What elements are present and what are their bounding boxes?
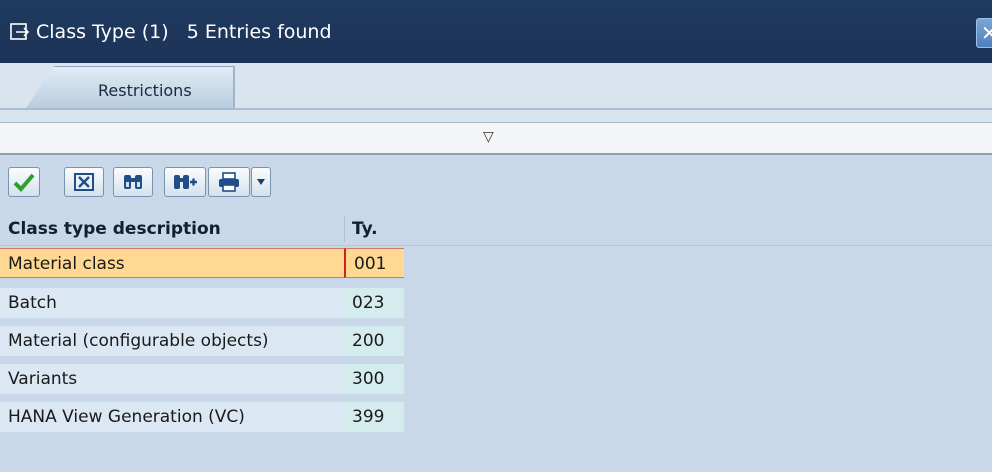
cell-description[interactable]: Material (configurable objects)	[0, 326, 344, 356]
tab-divider	[233, 66, 235, 108]
cancel-button[interactable]	[64, 167, 104, 197]
find-icon	[124, 175, 142, 189]
cell-type[interactable]: 023	[344, 288, 404, 318]
cell-type[interactable]: 200	[344, 326, 404, 356]
close-icon: ✕	[981, 21, 992, 45]
tab-strip: Restrictions	[0, 63, 992, 123]
cell-description[interactable]: Batch	[0, 288, 344, 318]
cancel-icon	[74, 173, 94, 191]
print-options-dropdown[interactable]	[251, 167, 271, 197]
dialog-titlebar: Class Type (1) 5 Entries found ✕	[0, 0, 992, 63]
continue-button[interactable]	[8, 167, 40, 197]
tab-underline	[0, 108, 992, 110]
popup-window-icon	[10, 23, 30, 40]
checkmark-icon	[13, 173, 35, 192]
cell-type[interactable]: 300	[344, 364, 404, 394]
cell-description[interactable]: Variants	[0, 364, 344, 394]
cell-type[interactable]: 001	[344, 248, 404, 278]
cell-description[interactable]: HANA View Generation (VC)	[0, 402, 344, 432]
find-next-button[interactable]	[164, 167, 206, 197]
cell-description[interactable]: Material class	[0, 248, 344, 278]
column-header-type[interactable]: Ty.	[344, 212, 404, 246]
dialog-title: Class Type (1) 5 Entries found	[36, 21, 332, 43]
column-header-description[interactable]: Class type description	[0, 212, 344, 246]
find-next-icon	[174, 175, 197, 189]
restrictions-collapsed-bar[interactable]: ▽	[0, 123, 992, 155]
tab-restrictions-label: Restrictions	[98, 81, 192, 100]
find-button[interactable]	[113, 167, 153, 197]
dropdown-arrow-icon	[257, 179, 265, 185]
print-icon	[219, 172, 239, 192]
toolbar	[0, 157, 992, 207]
tab-restrictions[interactable]: Restrictions	[26, 66, 234, 108]
table-header-row: Class type description Ty.	[0, 212, 992, 246]
close-button[interactable]: ✕	[976, 18, 992, 48]
print-button[interactable]	[208, 167, 250, 197]
cell-type[interactable]: 399	[344, 402, 404, 432]
expand-triangle-icon[interactable]: ▽	[483, 129, 494, 145]
